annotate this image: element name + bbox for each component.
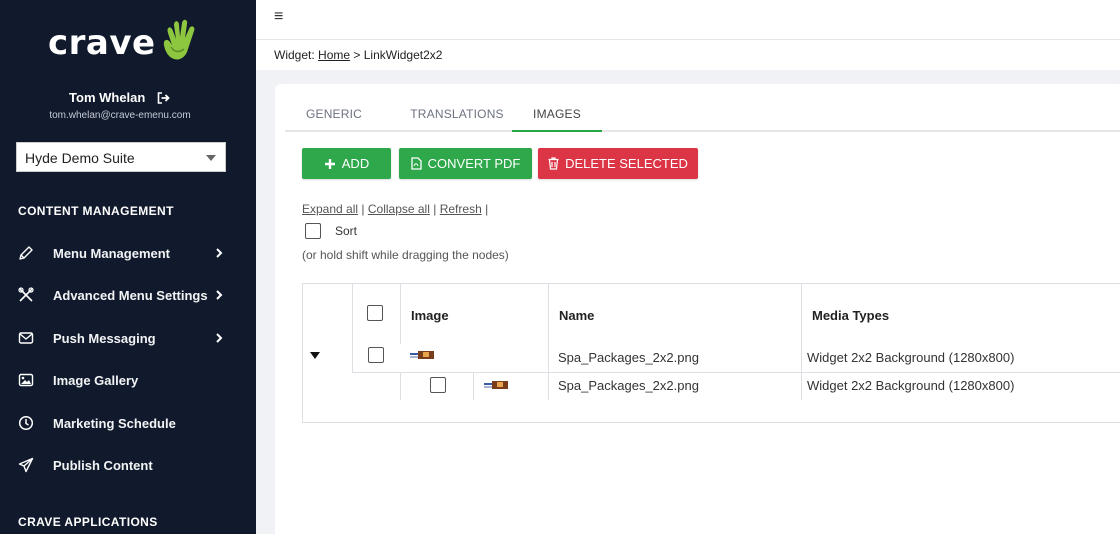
trash-icon <box>548 157 559 170</box>
row-media-type: Widget 2x2 Background (1280x800) <box>807 378 1015 393</box>
user-name: Tom Whelan <box>69 90 146 105</box>
add-button[interactable]: ADD <box>302 148 391 179</box>
breadcrumb-prefix: Widget: <box>274 48 315 62</box>
column-divider <box>352 284 353 372</box>
column-header-image: Image <box>411 308 449 323</box>
image-thumbnail[interactable] <box>484 380 508 390</box>
nav-item-advanced-menu-settings[interactable]: Advanced Menu Settings <box>0 280 256 310</box>
tab-images[interactable]: IMAGES <box>512 107 602 132</box>
logout-icon[interactable] <box>157 92 171 104</box>
nav-item-push-messaging[interactable]: Push Messaging <box>0 323 256 353</box>
nav-item-marketing-schedule[interactable]: Marketing Schedule <box>0 408 256 438</box>
plus-icon <box>324 158 335 169</box>
column-divider <box>400 284 401 344</box>
breadcrumb: Widget: Home > LinkWidget2x2 <box>274 48 442 62</box>
collapse-all-link[interactable]: Collapse all <box>368 202 430 216</box>
row-divider <box>352 372 1120 373</box>
row-media-type: Widget 2x2 Background (1280x800) <box>807 350 1015 365</box>
clock-icon <box>18 415 34 431</box>
convert-pdf-button[interactable]: CONVERT PDF <box>399 148 532 179</box>
tab-bar: GENERIC TRANSLATIONS IMAGES <box>285 104 1120 132</box>
tab-generic[interactable]: GENERIC <box>285 107 383 132</box>
images-tree-grid: Image Name Media Types Spa_Packages_2x2.… <box>302 283 1120 423</box>
chevron-right-icon <box>216 248 223 258</box>
add-button-label: ADD <box>341 156 370 171</box>
tree-links: Expand all | Collapse all | Refresh | <box>302 202 488 216</box>
pencil-icon <box>19 246 33 260</box>
sort-label: Sort <box>335 224 358 238</box>
file-pdf-icon <box>410 157 422 170</box>
sidebar: crave Tom Whelan tom.whelan@crave-emenu.… <box>0 0 256 534</box>
nav-label: Menu Management <box>53 246 171 261</box>
column-header-media-types: Media Types <box>812 308 890 323</box>
expand-all-link[interactable]: Expand all <box>302 202 358 216</box>
breadcrumb-current: LinkWidget2x2 <box>363 48 443 62</box>
column-divider <box>801 284 802 400</box>
user-name-row: Tom Whelan <box>0 90 240 105</box>
row-checkbox[interactable] <box>368 347 384 363</box>
column-divider <box>548 284 549 400</box>
image-thumbnail[interactable] <box>410 350 434 360</box>
column-divider <box>473 372 474 400</box>
section-title-content: CONTENT MANAGEMENT <box>18 204 174 218</box>
suite-select-value: Hyde Demo Suite <box>25 150 135 166</box>
nav-item-menu-management[interactable]: Menu Management <box>0 238 256 268</box>
row-checkbox[interactable] <box>430 377 446 393</box>
nav-item-publish-content[interactable]: Publish Content <box>0 450 256 480</box>
user-email: tom.whelan@crave-emenu.com <box>49 110 191 121</box>
link-separator: | <box>485 202 489 216</box>
nav-label: Publish Content <box>53 458 153 473</box>
top-bar: ≡ <box>256 0 1120 40</box>
chevron-right-icon <box>216 333 223 343</box>
row-name: Spa_Packages_2x2.png <box>558 378 699 393</box>
nav-label: Image Gallery <box>53 373 139 388</box>
sort-hint: (or hold shift while dragging the nodes) <box>302 248 509 262</box>
tools-icon <box>18 287 34 302</box>
nav-item-image-gallery[interactable]: Image Gallery <box>0 365 256 395</box>
breadcrumb-separator: > <box>353 48 361 62</box>
content-card: GENERIC TRANSLATIONS IMAGES ADD CONVERT … <box>275 84 1120 534</box>
expand-toggle-icon[interactable] <box>310 352 320 359</box>
nav-label: Push Messaging <box>53 331 156 346</box>
hand-icon <box>163 19 195 60</box>
delete-selected-label: DELETE SELECTED <box>565 156 688 171</box>
breadcrumb-bar: Widget: Home > LinkWidget2x2 <box>256 40 1120 70</box>
paper-plane-icon <box>18 457 34 473</box>
column-header-name: Name <box>559 308 595 323</box>
crave-logo[interactable]: crave <box>48 18 196 68</box>
link-separator: | <box>433 202 437 216</box>
hamburger-menu-icon[interactable]: ≡ <box>274 8 283 26</box>
select-all-checkbox[interactable] <box>367 305 383 321</box>
tab-translations[interactable]: TRANSLATIONS <box>399 107 515 132</box>
suite-select[interactable]: Hyde Demo Suite <box>16 142 226 172</box>
sort-row: Sort <box>305 223 357 239</box>
link-separator: | <box>361 202 365 216</box>
nav-label: Marketing Schedule <box>53 416 176 431</box>
logo-text: crave <box>48 23 156 63</box>
section-title-apps: CRAVE APPLICATIONS <box>18 515 158 529</box>
delete-selected-button[interactable]: DELETE SELECTED <box>538 148 698 179</box>
convert-pdf-label: CONVERT PDF <box>427 156 521 171</box>
chevron-right-icon <box>216 290 223 300</box>
column-divider <box>400 372 401 400</box>
image-icon <box>18 373 34 387</box>
envelope-icon <box>18 332 34 344</box>
refresh-link[interactable]: Refresh <box>440 202 482 216</box>
row-name: Spa_Packages_2x2.png <box>558 350 699 365</box>
nav-label: Advanced Menu Settings <box>53 288 208 303</box>
sort-checkbox[interactable] <box>305 223 321 239</box>
breadcrumb-home-link[interactable]: Home <box>318 48 350 62</box>
caret-down-icon <box>206 155 216 161</box>
